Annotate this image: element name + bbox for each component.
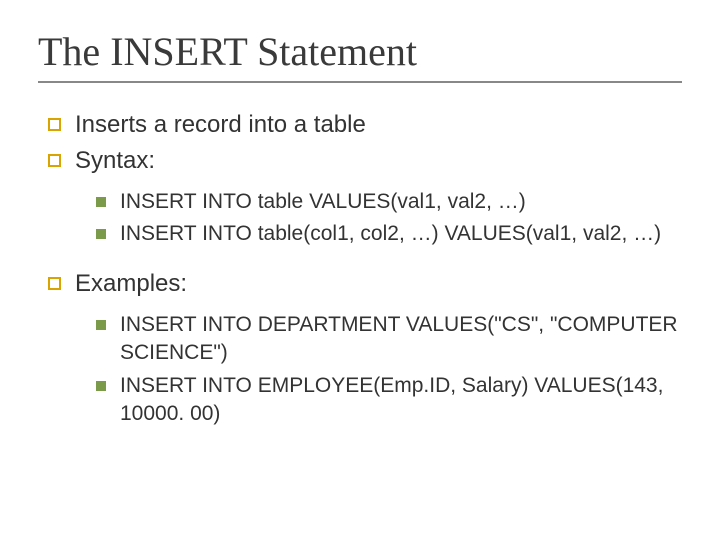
bullet-text: INSERT INTO table(col1, col2, …) VALUES(… (120, 220, 661, 248)
syntax-sub-list: INSERT INTO table VALUES(val1, val2, …) … (38, 188, 682, 249)
hollow-square-bullet-icon (48, 154, 61, 167)
list-item: INSERT INTO table(col1, col2, …) VALUES(… (96, 220, 682, 248)
examples-sub-list: INSERT INTO DEPARTMENT VALUES("CS", "COM… (38, 311, 682, 428)
filled-square-bullet-icon (96, 197, 106, 207)
top-bullet-list: Inserts a record into a table Syntax: (38, 109, 682, 178)
slide-title: The INSERT Statement (38, 28, 682, 83)
bullet-text: INSERT INTO table VALUES(val1, val2, …) (120, 188, 526, 216)
filled-square-bullet-icon (96, 320, 106, 330)
list-item: Inserts a record into a table (48, 109, 682, 141)
bullet-text: Examples: (75, 268, 187, 300)
bullet-text: INSERT INTO DEPARTMENT VALUES("CS", "COM… (120, 311, 682, 368)
list-item: INSERT INTO table VALUES(val1, val2, …) (96, 188, 682, 216)
hollow-square-bullet-icon (48, 277, 61, 290)
hollow-square-bullet-icon (48, 118, 61, 131)
list-item: Examples: (48, 268, 682, 300)
filled-square-bullet-icon (96, 229, 106, 239)
bullet-text: Inserts a record into a table (75, 109, 366, 141)
bullet-text: INSERT INTO EMPLOYEE(Emp.ID, Salary) VAL… (120, 372, 682, 429)
examples-heading-list: Examples: (38, 268, 682, 300)
list-item: INSERT INTO EMPLOYEE(Emp.ID, Salary) VAL… (96, 372, 682, 429)
list-item: INSERT INTO DEPARTMENT VALUES("CS", "COM… (96, 311, 682, 368)
filled-square-bullet-icon (96, 381, 106, 391)
list-item: Syntax: (48, 145, 682, 177)
bullet-text: Syntax: (75, 145, 155, 177)
